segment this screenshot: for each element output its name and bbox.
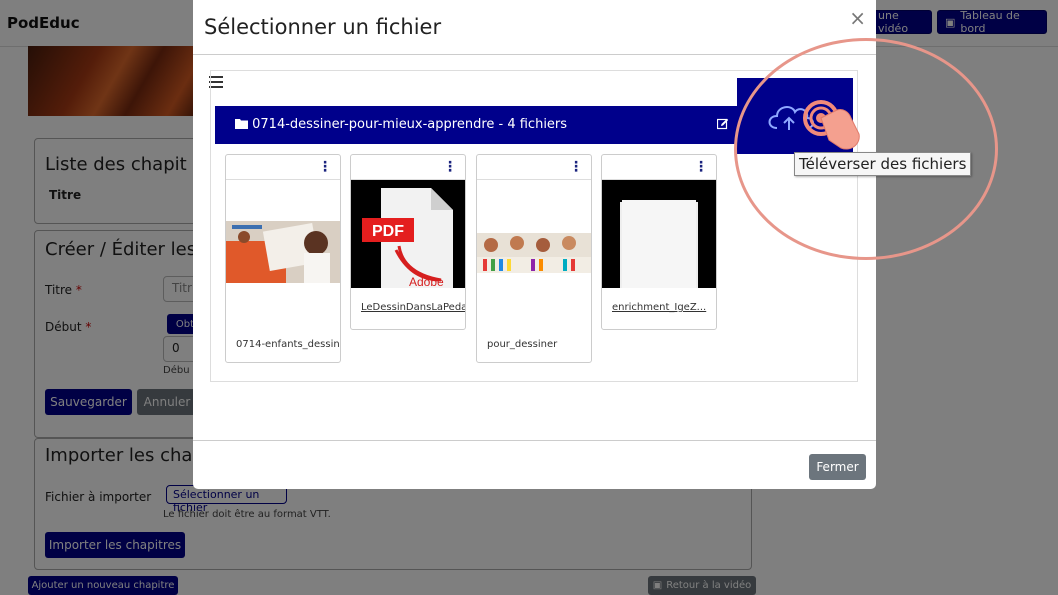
file-card[interactable]: ⋮ 0714-enfants_dessinant xyxy=(225,154,341,363)
file-name: 0714-enfants_dessinant xyxy=(236,339,340,350)
modal-header: Sélectionner un fichier × xyxy=(193,0,876,55)
file-thumbnail xyxy=(477,233,591,273)
svg-text:PDF: PDF xyxy=(372,223,404,240)
file-card[interactable]: ⋮ pour_dessiner xyxy=(476,154,592,363)
file-name[interactable]: enrichment_IgeZ... xyxy=(612,302,716,313)
folder-name: 0714-dessiner-pour-mieux-apprendre - 4 f… xyxy=(252,117,568,132)
more-options-icon[interactable]: ⋮ xyxy=(318,159,332,175)
more-options-icon[interactable]: ⋮ xyxy=(443,159,457,175)
svg-text:Adobe: Adobe xyxy=(409,275,444,288)
modal-footer: Fermer xyxy=(193,440,876,490)
more-options-icon[interactable]: ⋮ xyxy=(694,159,708,175)
upload-tooltip: Téléverser des fichiers xyxy=(794,152,972,176)
file-name: pour_dessiner xyxy=(487,339,558,350)
folder-label: 0714-dessiner-pour-mieux-apprendre - 4 f… xyxy=(235,117,567,132)
file-card[interactable]: ⋮ PDF Adobe LeDessinDansLaPedagogie xyxy=(350,154,466,330)
zoom-highlight-circle xyxy=(734,38,998,260)
modal-title: Sélectionner un fichier xyxy=(204,15,442,39)
file-thumbnail xyxy=(226,221,340,283)
file-name[interactable]: LeDessinDansLaPedagogie xyxy=(361,302,465,313)
file-card[interactable]: ⋮ enrichment_IgeZ... xyxy=(601,154,717,330)
more-options-icon[interactable]: ⋮ xyxy=(569,159,583,175)
blank-document-icon xyxy=(602,180,716,288)
folder-icon xyxy=(235,117,252,132)
edit-icon[interactable] xyxy=(716,118,729,133)
close-button[interactable]: Fermer xyxy=(809,454,866,480)
close-icon[interactable]: × xyxy=(849,6,866,30)
pdf-icon: PDF Adobe xyxy=(351,180,465,289)
